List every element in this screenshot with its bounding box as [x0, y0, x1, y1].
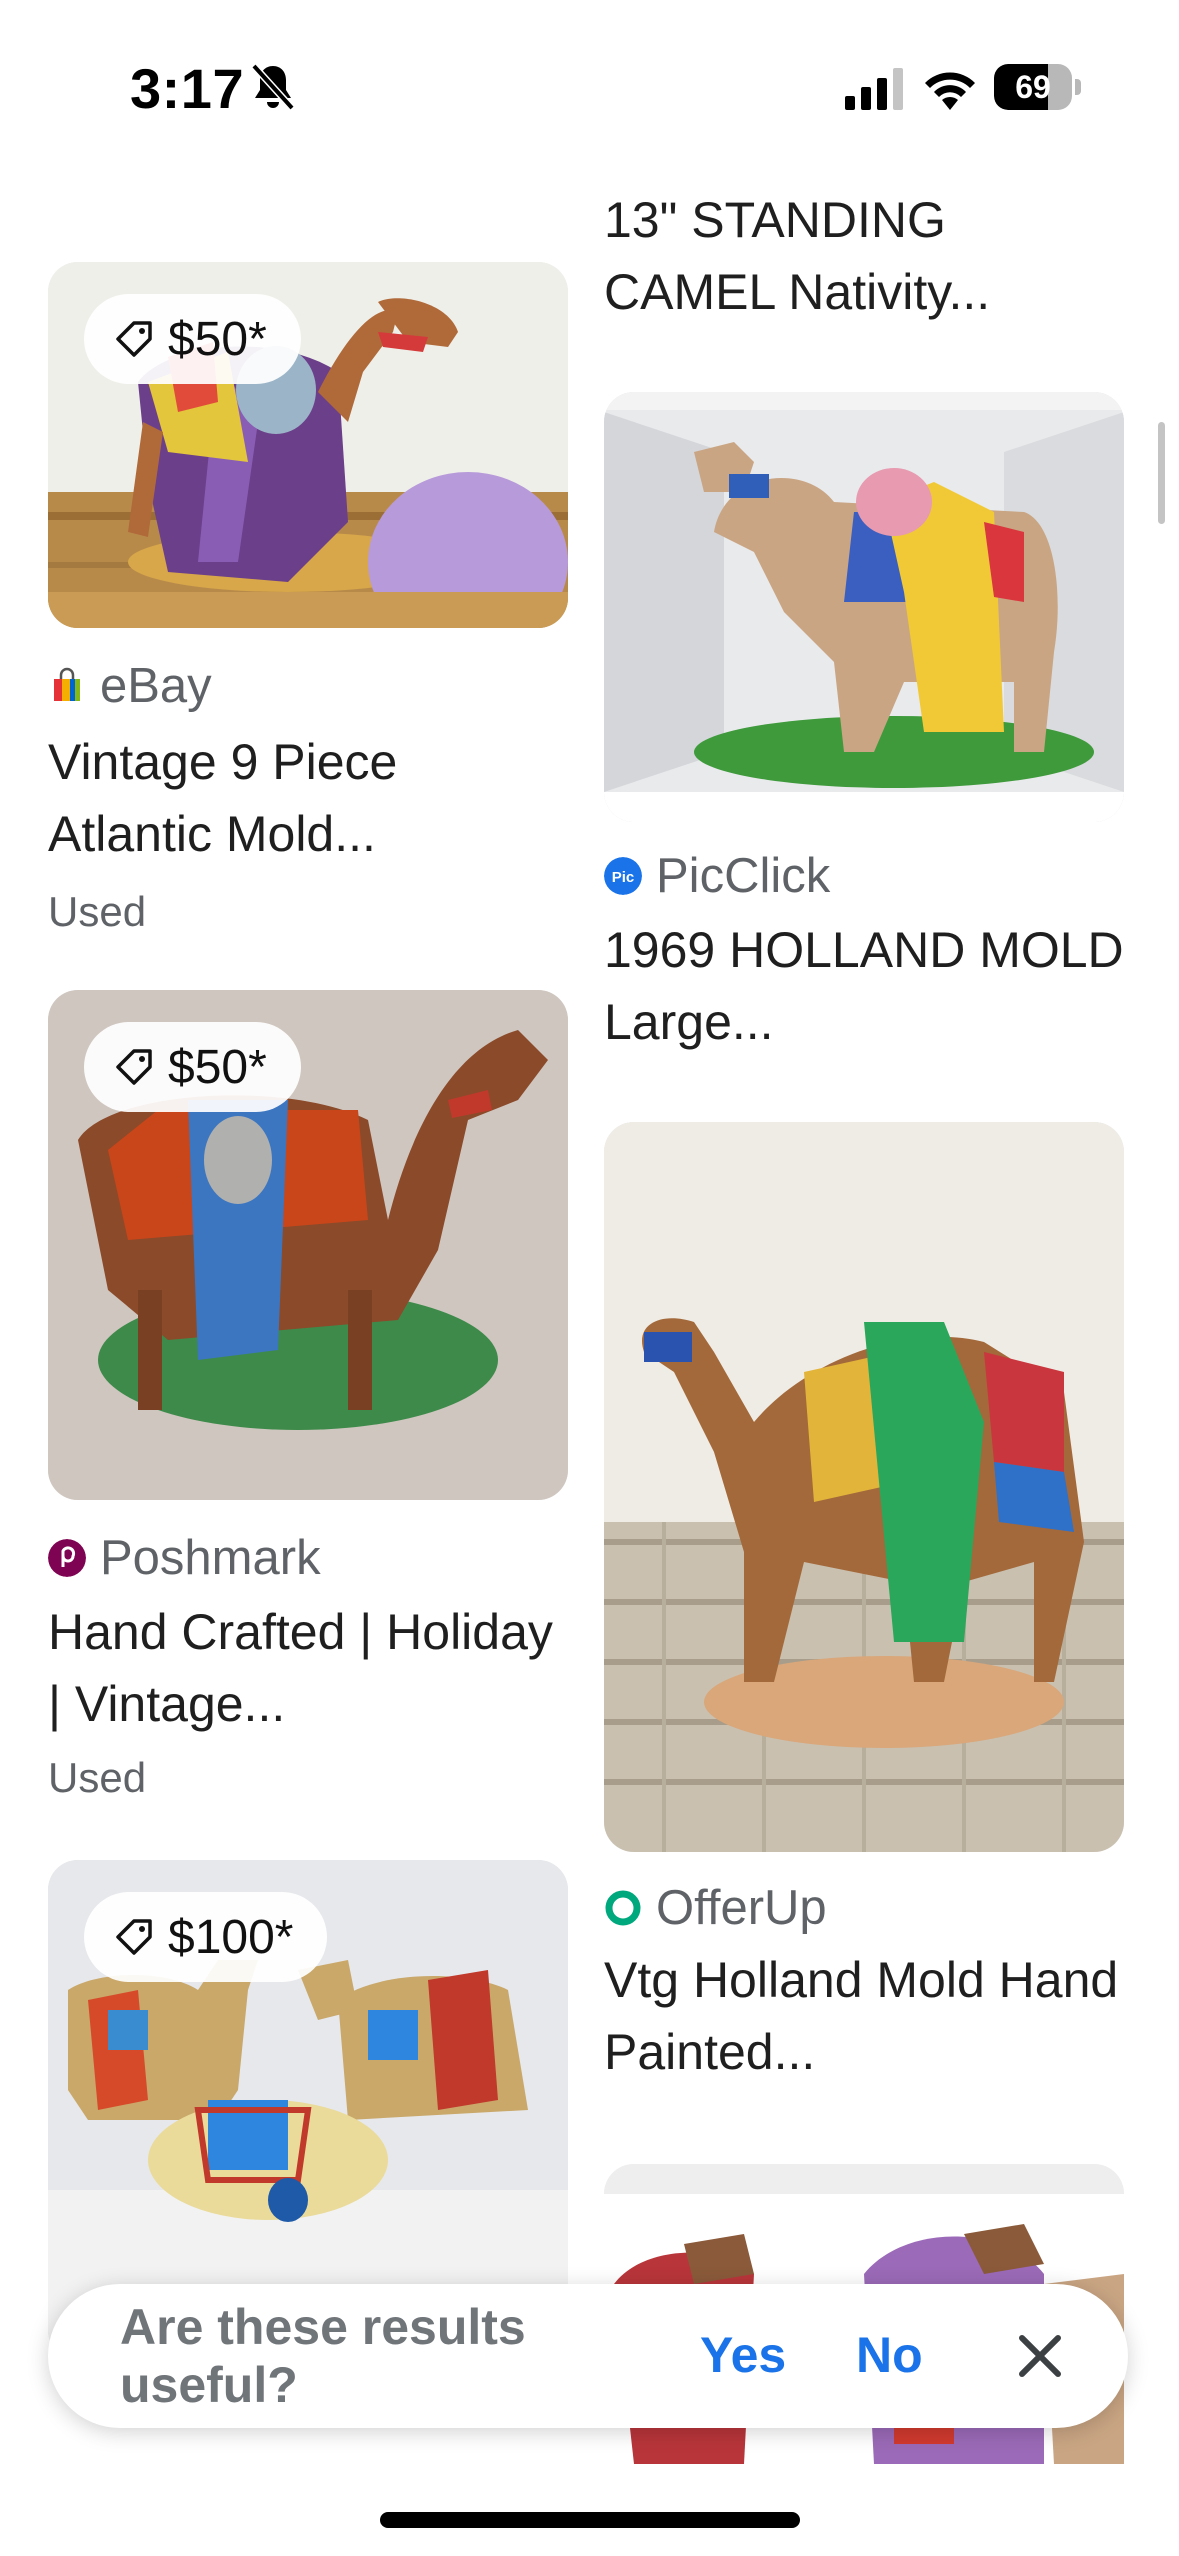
price-label: $100* [168, 1910, 294, 1964]
feedback-question: Are these results useful? [120, 2299, 526, 2413]
result-source: Pic PicClick [604, 848, 830, 904]
poshmark-icon [48, 1539, 86, 1577]
status-bar: 3:17 69 [0, 0, 1179, 170]
price-chip: $50* [84, 1022, 301, 1112]
price-label: $50* [168, 312, 267, 366]
price-label: $50* [168, 1040, 267, 1094]
result-card-offerup[interactable]: OfferUp Vtg Holland Mold Hand Painted... [604, 1122, 1124, 2082]
result-condition: Used [48, 888, 147, 935]
result-source: Poshmark [48, 1530, 321, 1586]
result-title[interactable]: Hand Crafted | Holiday | Vintage... [48, 1596, 568, 1740]
result-image[interactable] [604, 1122, 1124, 1852]
feedback-yes-button[interactable]: Yes [700, 2326, 786, 2384]
ebay-bag-icon [54, 667, 80, 701]
result-title[interactable]: 1969 HOLLAND MOLD Large... [604, 914, 1124, 1058]
price-tag-icon [116, 1049, 152, 1085]
result-card-poshmark[interactable]: $50* Poshmark Hand Crafted | Holiday | V… [48, 990, 568, 1801]
shopping-results-grid[interactable]: $50* eBay Vintage 9 Piece Atlantic Mold.… [0, 170, 1179, 2470]
result-source: eBay [48, 658, 212, 714]
price-tag-icon [116, 1919, 152, 1955]
status-time: 3:17 [130, 57, 245, 120]
home-indicator[interactable] [380, 2512, 800, 2528]
result-image[interactable]: $50* [48, 990, 568, 1500]
result-condition: Used [48, 1754, 147, 1801]
feedback-bar: Are these results useful? Yes No [48, 2284, 1128, 2428]
camel-figurine-image [604, 1122, 1124, 1852]
svg-text:Pic: Pic [612, 869, 635, 886]
result-card-13in-camel[interactable]: 13" STANDING CAMEL Nativity... [604, 170, 1124, 330]
cell-signal-icon [845, 68, 903, 110]
bell-off-icon [251, 63, 295, 111]
result-title[interactable]: Vintage 9 Piece Atlantic Mold... [48, 726, 568, 870]
close-icon[interactable] [1008, 2324, 1072, 2388]
offerup-icon [605, 1890, 641, 1926]
source-name: OfferUp [656, 1881, 827, 1935]
result-title[interactable]: Vtg Holland Mold Hand Painted... [604, 1944, 1124, 2088]
wifi-icon [925, 72, 975, 110]
camel-figurine-image [604, 392, 1124, 822]
source-name: eBay [100, 659, 212, 713]
result-card-picclick[interactable]: Pic PicClick 1969 HOLLAND MOLD Large... [604, 392, 1124, 1092]
price-chip: $100* [84, 1892, 328, 1982]
feedback-no-button[interactable]: No [856, 2326, 923, 2384]
result-card-ebay[interactable]: $50* eBay Vintage 9 Piece Atlantic Mold.… [48, 262, 568, 962]
source-name: Poshmark [100, 1531, 321, 1585]
source-name: PicClick [656, 849, 831, 903]
battery-icon: 69 [994, 64, 1081, 110]
cropped-text-left [48, 170, 568, 174]
result-image[interactable]: $50* [48, 262, 568, 628]
picclick-icon: Pic [604, 857, 642, 895]
price-chip: $50* [84, 294, 301, 384]
price-tag-icon [116, 321, 152, 357]
result-title[interactable]: 13" STANDING CAMEL Nativity... [604, 184, 1124, 328]
result-image[interactable] [604, 392, 1124, 822]
battery-percent: 69 [1015, 69, 1051, 105]
result-source: OfferUp [604, 1880, 827, 1936]
scrollbar[interactable] [1158, 422, 1165, 524]
